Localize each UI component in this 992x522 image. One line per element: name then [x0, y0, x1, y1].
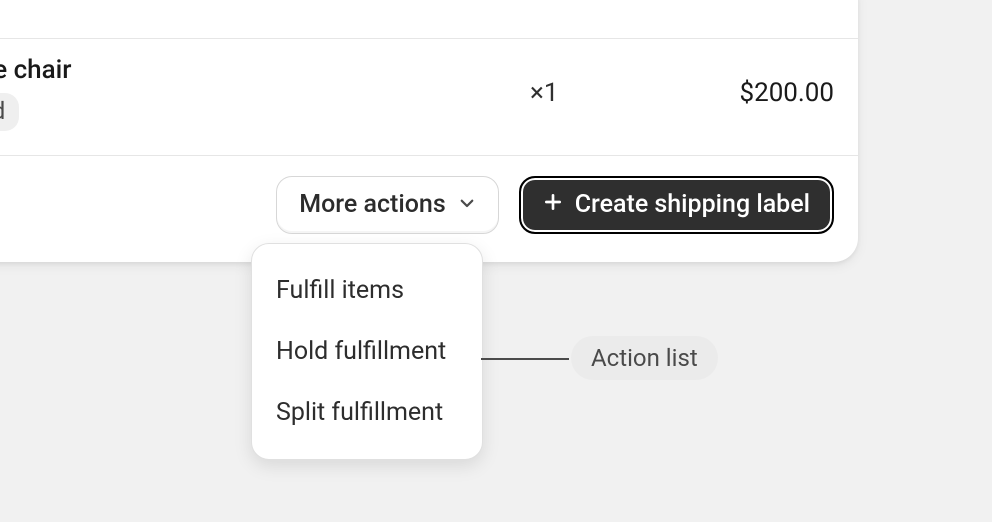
dropdown-item-split-fulfillment[interactable]: Split fulfillment — [252, 382, 482, 443]
actions-row: More actions Create shipping label — [0, 156, 858, 234]
line-item-quantity: ×1 — [530, 78, 640, 108]
more-actions-label: More actions — [299, 190, 445, 220]
callout-label: Action list — [571, 336, 718, 380]
line-item-title: nge chair — [0, 55, 506, 85]
plus-icon — [543, 190, 563, 220]
card-top-spacer — [0, 0, 858, 39]
chevron-down-icon — [458, 190, 476, 220]
create-shipping-label-label: Create shipping label — [575, 190, 810, 220]
dropdown-item-hold-fulfillment[interactable]: Hold fulfillment — [252, 321, 482, 382]
create-shipping-label-button[interactable]: Create shipping label — [519, 176, 834, 234]
callout-connector-line — [481, 358, 569, 360]
more-actions-button[interactable]: More actions — [276, 176, 498, 234]
more-actions-dropdown: Fulfill items Hold fulfillment Split ful… — [251, 243, 483, 460]
line-item-row: nge chair od ×1 $200.00 — [0, 39, 858, 156]
line-item-variant-pill: od — [0, 93, 19, 131]
dropdown-item-fulfill-items[interactable]: Fulfill items — [252, 260, 482, 321]
order-card: nge chair od ×1 $200.00 More actions Cre… — [0, 0, 858, 262]
line-item-price: $200.00 — [664, 78, 834, 108]
line-item-main: nge chair od — [0, 55, 506, 131]
